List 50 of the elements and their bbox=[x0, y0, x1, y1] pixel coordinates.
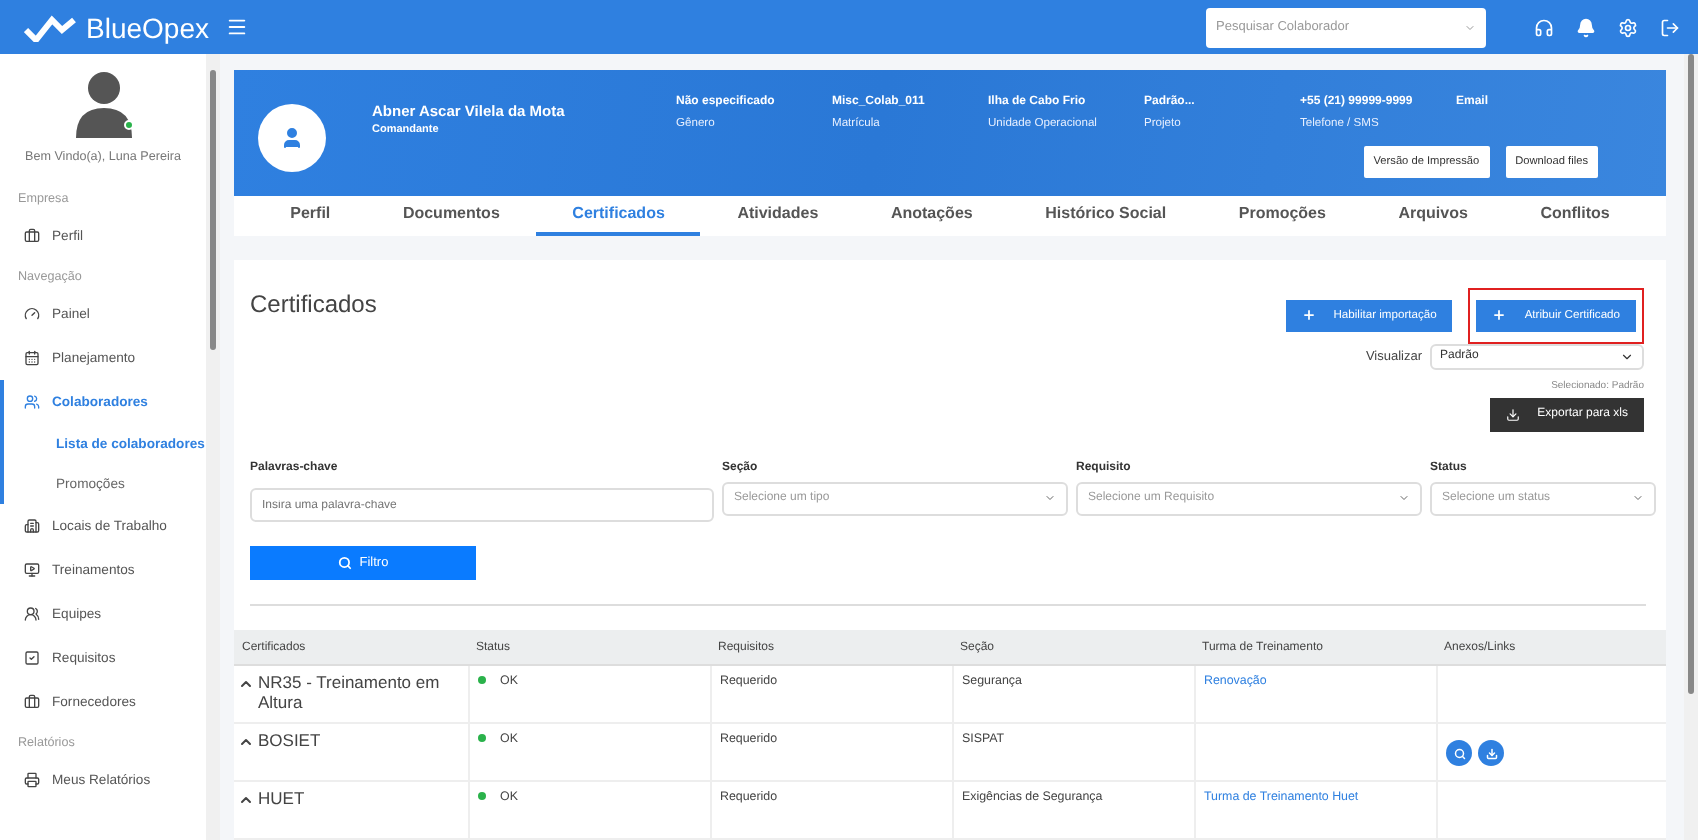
tab[interactable]: Perfil bbox=[254, 195, 367, 235]
menu-icon[interactable] bbox=[226, 16, 248, 38]
gauge-icon bbox=[24, 306, 40, 322]
search-icon bbox=[337, 556, 352, 570]
collapse-icon[interactable] bbox=[238, 734, 254, 750]
caret-icon bbox=[1044, 492, 1056, 504]
caret-icon bbox=[1620, 349, 1634, 363]
headset-icon[interactable] bbox=[1534, 17, 1554, 37]
avatar-icon bbox=[73, 70, 133, 138]
tab[interactable]: Atividades bbox=[701, 195, 855, 235]
checkbox-icon bbox=[24, 650, 40, 666]
table-cell: HUET bbox=[234, 782, 468, 840]
page-scrollbar[interactable] bbox=[1684, 54, 1698, 840]
table-cell: BOSIET bbox=[234, 724, 468, 782]
collapse-icon[interactable] bbox=[238, 792, 254, 808]
tab[interactable]: Documentos bbox=[366, 195, 536, 235]
calendar-icon bbox=[24, 350, 40, 366]
tab[interactable]: Promoções bbox=[1202, 195, 1362, 235]
tab[interactable]: Anotações bbox=[854, 195, 1009, 235]
settings-icon[interactable] bbox=[1618, 17, 1638, 37]
briefcase-icon bbox=[24, 694, 40, 710]
team-icon bbox=[24, 606, 40, 622]
tab[interactable]: Conflitos bbox=[1504, 195, 1646, 235]
search-icon bbox=[1453, 747, 1465, 759]
printer-icon bbox=[24, 772, 40, 788]
page-title: Certificados bbox=[250, 289, 377, 317]
tab[interactable]: Histórico Social bbox=[1009, 195, 1203, 235]
tab[interactable]: Arquivos bbox=[1362, 195, 1504, 235]
user-icon bbox=[280, 126, 304, 150]
caret-icon bbox=[1398, 492, 1410, 504]
logout-icon[interactable] bbox=[1660, 17, 1680, 37]
building-icon bbox=[24, 518, 40, 534]
download-icon bbox=[1485, 747, 1497, 759]
plus-icon bbox=[1301, 308, 1316, 322]
search-button[interactable] bbox=[1446, 740, 1472, 766]
caret-icon bbox=[1464, 21, 1476, 33]
plus-icon bbox=[1492, 308, 1507, 322]
download-button[interactable] bbox=[1478, 740, 1504, 766]
brand-name: BlueOpex bbox=[86, 11, 209, 43]
download-icon bbox=[1505, 407, 1520, 421]
briefcase-icon bbox=[24, 228, 40, 244]
users-icon bbox=[24, 394, 40, 410]
table-cell: NR35 - Treinamento em Altura bbox=[234, 666, 468, 724]
caret-icon bbox=[1632, 492, 1644, 504]
logo-icon bbox=[24, 13, 76, 41]
bell-icon[interactable] bbox=[1576, 17, 1596, 37]
collapse-icon[interactable] bbox=[238, 676, 254, 692]
tab[interactable]: Certificados bbox=[536, 195, 701, 235]
scrollbar[interactable] bbox=[206, 54, 220, 840]
monitor-icon bbox=[24, 562, 40, 578]
